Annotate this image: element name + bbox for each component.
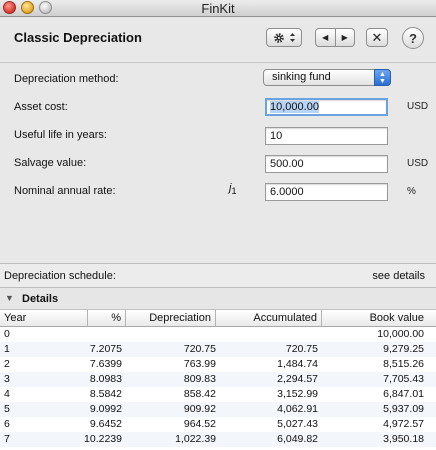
- table-row[interactable]: 6 9.6452 964.52 5,027.43 4,972.57: [0, 417, 436, 432]
- table-row[interactable]: 0 10,000.00: [0, 327, 436, 342]
- cell-book-value: 10,000.00: [377, 328, 424, 340]
- cell-year: 6: [4, 418, 10, 430]
- cell-year: 1: [4, 343, 10, 355]
- asset-cost-label: Asset cost:: [14, 101, 68, 113]
- schedule-table: Year % Depreciation Accumulated Book val…: [0, 310, 436, 447]
- cell-depreciation: 964.52: [183, 418, 216, 430]
- title-bar: FinKit: [0, 0, 436, 17]
- method-value: sinking fund: [272, 71, 331, 83]
- navigation-buttons: ◀ ▶: [315, 28, 355, 47]
- arrow-right-icon: ▶: [341, 33, 348, 42]
- parameters-form: Depreciation method: sinking fund ▲ ▼ Ass…: [0, 63, 436, 263]
- cell-depreciation: 1,022.39: [175, 433, 216, 445]
- settings-button[interactable]: [266, 28, 302, 47]
- rate-label: Nominal annual rate:: [14, 185, 116, 197]
- cell-year: 7: [4, 433, 10, 445]
- cell-year: 0: [4, 328, 10, 340]
- cell-percent: 10.2239: [84, 433, 122, 445]
- cell-year: 5: [4, 403, 10, 415]
- cell-depreciation: 763.99: [183, 358, 216, 370]
- table-body: 0 10,000.00 1 7.2075 720.75 720.75 9,279.25 2 7.…: [0, 327, 436, 447]
- table-row[interactable]: 5 9.0992 909.92 4,062.91 5,937.09: [0, 402, 436, 417]
- table-row[interactable]: 4 8.5842 858.42 3,152.99 6,847.01: [0, 387, 436, 402]
- chevron-updown-icon: [289, 33, 295, 42]
- cell-book-value: 4,972.57: [383, 418, 424, 430]
- close-icon: ✕: [371, 29, 383, 45]
- useful-life-label: Useful life in years:: [14, 129, 107, 141]
- cell-percent: 8.0983: [89, 373, 122, 385]
- cell-book-value: 9,279.25: [383, 343, 424, 355]
- asset-cost-field[interactable]: 10,000.00: [265, 98, 388, 116]
- salvage-unit: USD: [407, 158, 429, 169]
- close-button[interactable]: ✕: [366, 28, 388, 47]
- details-label: Details: [22, 293, 59, 305]
- asset-cost-unit: USD: [407, 101, 429, 112]
- rate-symbol-subscript: 1: [231, 186, 237, 197]
- cell-book-value: 6,847.01: [383, 388, 424, 400]
- cell-depreciation: 809.83: [183, 373, 216, 385]
- cell-accumulated: 3,152.99: [277, 388, 318, 400]
- cell-year: 3: [4, 373, 10, 385]
- arrow-left-icon: ◀: [322, 33, 329, 42]
- next-button[interactable]: ▶: [336, 29, 355, 46]
- cell-percent: 9.6452: [89, 418, 122, 430]
- gear-icon: [273, 32, 284, 43]
- table-row[interactable]: 7 10.2239 1,022.39 6,049.82 3,950.18: [0, 432, 436, 447]
- table-row[interactable]: 3 8.0983 809.83 2,294.57 7,705.43: [0, 372, 436, 387]
- column-header-book-value[interactable]: Book value: [322, 310, 436, 326]
- method-label: Depreciation method:: [14, 73, 119, 85]
- column-header-depreciation[interactable]: Depreciation: [126, 310, 216, 326]
- help-button[interactable]: ?: [402, 27, 424, 49]
- table-header: Year % Depreciation Accumulated Book val…: [0, 310, 436, 327]
- previous-button[interactable]: ◀: [316, 29, 336, 46]
- cell-year: 4: [4, 388, 10, 400]
- window-title: FinKit: [201, 1, 235, 16]
- cell-book-value: 3,950.18: [383, 433, 424, 445]
- select-arrows-icon: ▲ ▼: [374, 69, 391, 86]
- cell-percent: 7.6399: [89, 358, 122, 370]
- cell-percent: 8.5842: [89, 388, 122, 400]
- details-disclosure[interactable]: ▼ Details: [0, 288, 436, 310]
- cell-accumulated: 2,294.57: [277, 373, 318, 385]
- salvage-label: Salvage value:: [14, 157, 87, 169]
- schedule-label: Depreciation schedule:: [4, 270, 116, 282]
- cell-book-value: 5,937.09: [383, 403, 424, 415]
- table-row[interactable]: 2 7.6399 763.99 1,484.74 8,515.26: [0, 357, 436, 372]
- table-row[interactable]: 1 7.2075 720.75 720.75 9,279.25: [0, 342, 436, 357]
- useful-life-field[interactable]: 10: [265, 127, 388, 145]
- finkit-window: FinKit Classic Depreciation ◀ ▶ ✕ ? Depr…: [0, 0, 436, 450]
- cell-book-value: 7,705.43: [383, 373, 424, 385]
- cell-depreciation: 720.75: [183, 343, 216, 355]
- disclosure-triangle-icon[interactable]: ▼: [5, 293, 14, 303]
- cell-depreciation: 909.92: [183, 403, 216, 415]
- cell-depreciation: 858.42: [183, 388, 216, 400]
- header: Classic Depreciation ◀ ▶ ✕ ?: [0, 17, 436, 63]
- salvage-field[interactable]: 500.00: [265, 155, 388, 173]
- cell-accumulated: 6,049.82: [277, 433, 318, 445]
- see-details-link[interactable]: see details: [372, 270, 425, 282]
- cell-percent: 9.0992: [89, 403, 122, 415]
- rate-symbol: j1: [229, 182, 236, 196]
- column-header-accumulated[interactable]: Accumulated: [216, 310, 322, 326]
- rate-field[interactable]: 6.0000: [265, 183, 388, 201]
- cell-accumulated: 1,484.74: [277, 358, 318, 370]
- method-select[interactable]: sinking fund ▲ ▼: [263, 69, 391, 86]
- asset-cost-value: 10,000.00: [270, 101, 319, 113]
- cell-accumulated: 4,062.91: [277, 403, 318, 415]
- cell-accumulated: 720.75: [285, 343, 318, 355]
- page-title: Classic Depreciation: [14, 30, 142, 45]
- schedule-bar: Depreciation schedule: see details: [0, 263, 436, 288]
- rate-unit: %: [407, 186, 416, 197]
- column-header-percent[interactable]: %: [88, 310, 126, 326]
- help-icon: ?: [409, 30, 417, 46]
- column-header-year[interactable]: Year: [0, 310, 88, 326]
- cell-book-value: 8,515.26: [383, 358, 424, 370]
- cell-accumulated: 5,027.43: [277, 418, 318, 430]
- cell-percent: 7.2075: [89, 343, 122, 355]
- cell-year: 2: [4, 358, 10, 370]
